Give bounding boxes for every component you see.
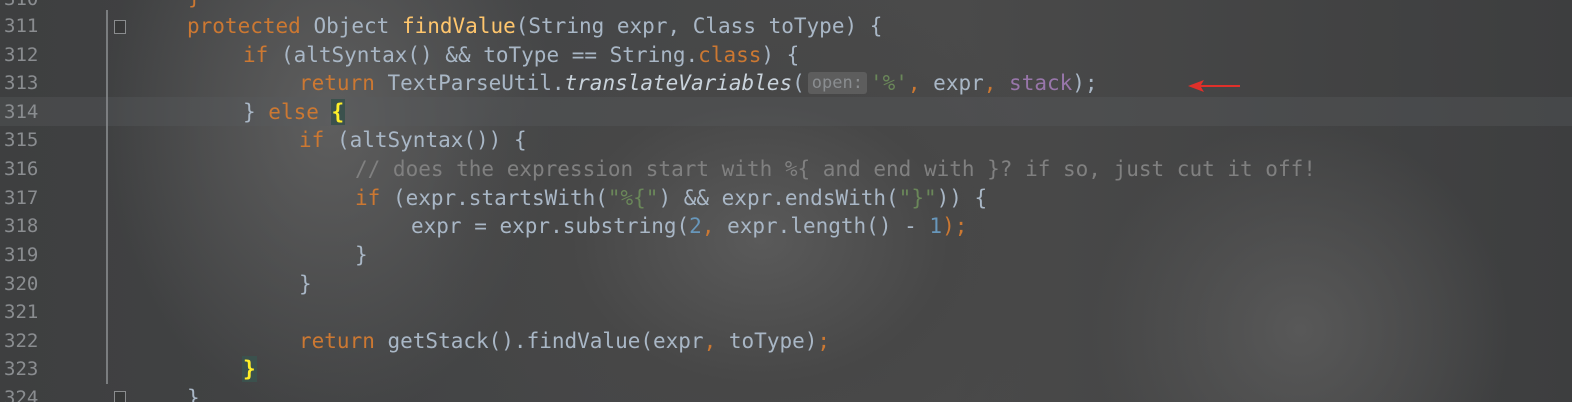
keyword-return: return (299, 329, 375, 353)
paren-open: ( (792, 71, 805, 95)
line-number: 322 (4, 330, 39, 352)
line-number: 317 (4, 187, 39, 209)
static-method-call: translateVariables (564, 71, 793, 95)
keyword-if: if (355, 186, 381, 210)
condition-close: ) { (761, 43, 800, 67)
code-line-315: if (altSyntax()) { (299, 126, 527, 155)
arg-expr: expr (920, 71, 984, 95)
current-line-highlight (0, 97, 1572, 126)
comma: , (701, 214, 715, 238)
condition-text: (expr.startsWith( (380, 186, 608, 210)
string-literal: '%' (869, 71, 908, 95)
scope-guide-line (106, 10, 108, 384)
comma: , (703, 329, 717, 353)
parameter-hint: open: (807, 72, 867, 94)
line-number: 316 (4, 158, 39, 180)
line-number: 312 (4, 44, 39, 66)
fold-marker-icon[interactable] (114, 391, 126, 402)
condition-text: (altSyntax() && toType == String. (268, 43, 699, 67)
code-line-311: protected Object findValue(String expr, … (187, 12, 882, 41)
condition-text: ) && expr.endsWith( (658, 186, 899, 210)
line-number: 323 (4, 358, 39, 380)
method-name-findValue: findValue (401, 14, 516, 38)
matched-brace-open: { (330, 99, 346, 125)
number-literal: 2 (689, 214, 702, 238)
number-literal: 1 (929, 214, 943, 238)
red-arrow-left-icon (1188, 80, 1240, 92)
comma: , (983, 71, 997, 95)
string-literal: "%{" (607, 186, 659, 210)
statement-end: ); (1072, 71, 1098, 95)
comma: , (907, 71, 921, 95)
keyword-if: if (243, 43, 269, 67)
keyword-else: else (268, 100, 319, 124)
code-editor[interactable]: 310 311 312 313 314 315 316 317 318 319 … (0, 0, 1572, 402)
line-number: 320 (4, 273, 39, 295)
field-stack: stack (996, 71, 1073, 95)
line-number: 321 (4, 301, 39, 323)
code-line-310: } (188, 0, 201, 12)
keyword-class: class (698, 43, 762, 67)
fold-marker-icon[interactable] (114, 20, 126, 34)
code-line-320: } (299, 272, 312, 296)
matched-brace-close: } (242, 356, 257, 382)
code-line-318: expr = expr.substring(2, expr.length() -… (411, 212, 967, 241)
method-params: (String expr, Class toType) { (515, 14, 883, 38)
code-line-324: } (187, 386, 200, 402)
code-line-313: return TextParseUtil.translateVariables(… (299, 69, 1098, 98)
brace-close: } (243, 100, 269, 124)
expression-text: getStack().findValue(expr (374, 329, 704, 353)
type-object: Object (300, 14, 402, 38)
code-line-314: } else { (243, 98, 346, 127)
keyword-protected: protected (187, 14, 301, 38)
code-line-312: if (altSyntax() && toType == String.clas… (243, 41, 799, 70)
line-number: 311 (4, 15, 39, 37)
code-line-319: } (355, 243, 368, 267)
line-number: 318 (4, 215, 39, 237)
statement-end: ; (817, 329, 831, 353)
expression-text: expr.length() - (714, 214, 930, 238)
assignment-text: expr = expr.substring( (411, 214, 690, 238)
class-reference: TextParseUtil. (374, 71, 565, 95)
line-number-gutter: 310 311 312 313 314 315 316 317 318 319 … (0, 0, 60, 402)
line-number: 324 (4, 387, 39, 402)
expression-text: toType) (716, 329, 818, 353)
line-number: 314 (4, 101, 39, 123)
condition-close: )) { (936, 186, 988, 210)
line-number: 313 (4, 72, 39, 94)
statement-end: ); (942, 214, 968, 238)
string-literal: "}" (898, 186, 937, 210)
keyword-return: return (299, 71, 375, 95)
code-line-316: // does the expression start with %{ and… (355, 157, 1316, 181)
line-number: 319 (4, 244, 39, 266)
code-line-323: } (242, 355, 257, 384)
code-line-317: if (expr.startsWith("%{") && expr.endsWi… (355, 184, 987, 213)
keyword-if: if (299, 128, 325, 152)
condition-text: (altSyntax()) { (324, 128, 527, 152)
code-line-322: return getStack().findValue(expr, toType… (299, 327, 830, 356)
line-number: 315 (4, 129, 39, 151)
